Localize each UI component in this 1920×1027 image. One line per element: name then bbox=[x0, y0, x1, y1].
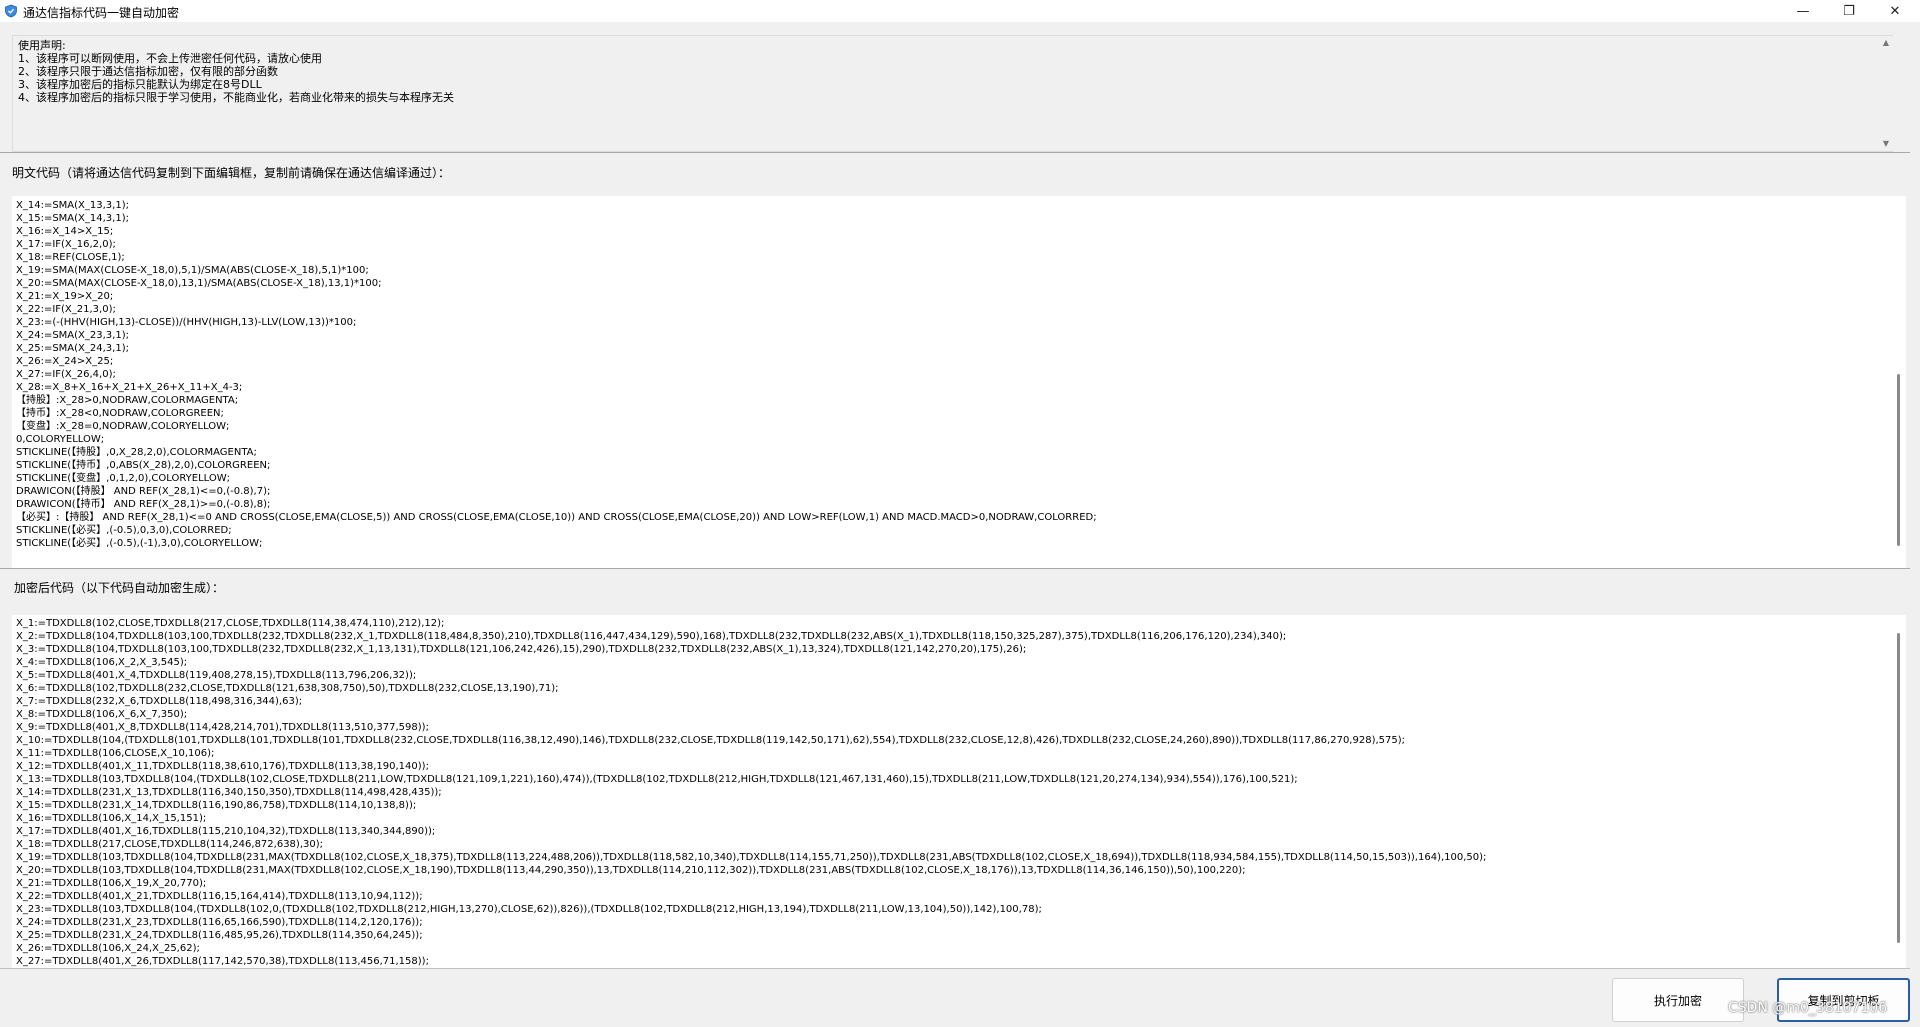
disclaimer-line: 3、该程序加密后的指标只能默认为绑定在8号DLL bbox=[18, 78, 262, 91]
code-line: STICKLINE(【持股】,0,X_28,2,0),COLORMAGENTA; bbox=[16, 447, 257, 458]
code-line: X_28:=X_8+X_16+X_21+X_26+X_11+X_4-3; bbox=[16, 382, 243, 393]
code-line: X_23:=TDXDLL8(103,TDXDLL8(104,(TDXDLL8(1… bbox=[16, 904, 1042, 915]
code-line: X_5:=TDXDLL8(401,X_4,TDXDLL8(119,408,278… bbox=[16, 670, 417, 681]
code-line: X_19:=SMA(MAX(CLOSE-X_18,0),5,1)/SMA(ABS… bbox=[16, 265, 369, 276]
encrypted-code-lines: X_1:=TDXDLL8(102,CLOSE,TDXDLL8(217,CLOSE… bbox=[12, 615, 1906, 968]
code-line: X_24:=TDXDLL8(231,X_23,TDXDLL8(116,65,16… bbox=[16, 917, 423, 928]
code-line: 【持股】:X_28>0,NODRAW,COLORMAGENTA; bbox=[16, 395, 239, 406]
code-line: X_21:=X_19>X_20; bbox=[16, 291, 114, 302]
separator bbox=[0, 152, 1910, 153]
code-line: X_4:=TDXDLL8(106,X_2,X_3,545); bbox=[16, 657, 188, 668]
code-line: X_25:=SMA(X_24,3,1); bbox=[16, 343, 129, 354]
code-line: X_16:=TDXDLL8(106,X_14,X_15,151); bbox=[16, 813, 207, 824]
code-line: STICKLINE(【变盘】,0,1,2,0),COLORYELLOW; bbox=[16, 473, 230, 484]
code-line: X_11:=TDXDLL8(106,CLOSE,X_10,106); bbox=[16, 748, 215, 759]
code-line: X_22:=IF(X_21,3,0); bbox=[16, 304, 116, 315]
plain-code-scrollbar[interactable] bbox=[1892, 196, 1906, 568]
code-line: X_17:=IF(X_16,2,0); bbox=[16, 239, 116, 250]
window-title: 通达信指标代码一键自动加密 bbox=[23, 6, 180, 20]
code-line: 0,COLORYELLOW; bbox=[16, 434, 105, 445]
scroll-up-icon[interactable]: ▲ bbox=[1879, 36, 1893, 50]
plain-code-label: 明文代码（请将通达信代码复制到下面编辑框，复制前请确保在通达信编译通过）： bbox=[12, 166, 451, 180]
title-bar: 通达信指标代码一键自动加密 — ❐ ✕ bbox=[0, 0, 1920, 22]
code-line: X_2:=TDXDLL8(104,TDXDLL8(103,100,TDXDLL8… bbox=[16, 631, 1287, 642]
code-line: DRAWICON(【持股】 AND REF(X_28,1)<=0,(-0.8),… bbox=[16, 486, 271, 497]
encrypt-button[interactable]: 执行加密 bbox=[1612, 978, 1744, 1022]
encrypted-code-label: 加密后代码（以下代码自动加密生成）： bbox=[14, 581, 225, 595]
code-line: X_14:=SMA(X_13,3,1); bbox=[16, 200, 129, 211]
close-button[interactable]: ✕ bbox=[1872, 0, 1918, 22]
separator bbox=[0, 568, 1910, 569]
code-line: X_1:=TDXDLL8(102,CLOSE,TDXDLL8(217,CLOSE… bbox=[16, 618, 445, 629]
code-line: X_20:=SMA(MAX(CLOSE-X_18,0),13,1)/SMA(AB… bbox=[16, 278, 382, 289]
code-line: X_14:=TDXDLL8(231,X_13,TDXDLL8(116,340,1… bbox=[16, 787, 442, 798]
code-line: X_18:=REF(CLOSE,1); bbox=[16, 252, 125, 263]
code-line: STICKLINE(【持币】,0,ABS(X_28),2,0),COLORGRE… bbox=[16, 460, 271, 471]
code-line: X_26:=TDXDLL8(106,X_24,X_25,62); bbox=[16, 943, 200, 954]
encrypted-code-editor[interactable]: X_1:=TDXDLL8(102,CLOSE,TDXDLL8(217,CLOSE… bbox=[12, 615, 1906, 968]
code-line: X_25:=TDXDLL8(231,X_24,TDXDLL8(116,485,9… bbox=[16, 930, 423, 941]
code-line: X_12:=TDXDLL8(401,X_11,TDXDLL8(118,38,61… bbox=[16, 761, 429, 772]
code-line: STICKLINE(【必买】,(-0.5),(-1),3,0),COLORYEL… bbox=[16, 538, 263, 549]
encrypted-code-scroll-thumb[interactable] bbox=[1897, 633, 1900, 943]
code-line: 【变盘】:X_28=0,NODRAW,COLORYELLOW; bbox=[16, 421, 230, 432]
code-line: X_27:=TDXDLL8(401,X_26,TDXDLL8(117,142,5… bbox=[16, 956, 429, 967]
code-line: X_8:=TDXDLL8(106,X_6,X_7,350); bbox=[16, 709, 188, 720]
encrypted-code-scrollbar[interactable] bbox=[1892, 615, 1906, 968]
code-line: X_9:=TDXDLL8(401,X_8,TDXDLL8(114,428,214… bbox=[16, 722, 429, 733]
shield-app-icon bbox=[5, 4, 17, 18]
code-line: X_6:=TDXDLL8(102,TDXDLL8(232,CLOSE,TDXDL… bbox=[16, 683, 559, 694]
scroll-down-icon[interactable]: ▼ bbox=[1879, 137, 1893, 151]
plain-code-editor[interactable]: X_14:=SMA(X_13,3,1); X_15:=SMA(X_14,3,1);… bbox=[12, 196, 1906, 568]
code-line: X_20:=TDXDLL8(103,TDXDLL8(104,TDXDLL8(23… bbox=[16, 865, 1246, 876]
code-line: X_3:=TDXDLL8(104,TDXDLL8(103,100,TDXDLL8… bbox=[16, 644, 1027, 655]
code-line: X_18:=TDXDLL8(217,CLOSE,TDXDLL8(114,246,… bbox=[16, 839, 323, 850]
plain-code-scroll-thumb[interactable] bbox=[1897, 374, 1900, 546]
code-line: X_13:=TDXDLL8(103,TDXDLL8(104,(TDXDLL8(1… bbox=[16, 774, 1298, 785]
separator bbox=[0, 968, 1910, 969]
disclaimer-line: 1、该程序可以断网使用，不会上传泄密任何代码，请放心使用 bbox=[18, 52, 322, 65]
code-line: X_23:=(-(HHV(HIGH,13)-CLOSE))/(HHV(HIGH,… bbox=[16, 317, 357, 328]
disclaimer-line: 使用声明: bbox=[18, 39, 66, 52]
code-line: DRAWICON(【持币】 AND REF(X_28,1)>=0,(-0.8),… bbox=[16, 499, 271, 510]
code-line: X_17:=TDXDLL8(401,X_16,TDXDLL8(115,210,1… bbox=[16, 826, 436, 837]
disclaimer-scrollbar[interactable]: ▲ ▼ bbox=[1879, 36, 1893, 151]
code-line: 【持币】:X_28<0,NODRAW,COLORGREEN; bbox=[16, 408, 224, 419]
code-line: X_24:=SMA(X_23,3,1); bbox=[16, 330, 129, 341]
code-line: X_15:=TDXDLL8(231,X_14,TDXDLL8(116,190,8… bbox=[16, 800, 417, 811]
code-line: X_27:=IF(X_26,4,0); bbox=[16, 369, 116, 380]
code-line: X_7:=TDXDLL8(232,X_6,TDXDLL8(118,498,316… bbox=[16, 696, 303, 707]
code-line: X_22:=TDXDLL8(401,X_21,TDXDLL8(116,15,16… bbox=[16, 891, 423, 902]
disclaimer-textarea[interactable]: 使用声明: 1、该程序可以断网使用，不会上传泄密任何代码，请放心使用 2、该程序… bbox=[12, 35, 1893, 152]
watermark: CSDN @m0_38107106 bbox=[1728, 1000, 1888, 1016]
code-line: X_19:=TDXDLL8(103,TDXDLL8(104,TDXDLL8(23… bbox=[16, 852, 1487, 863]
plain-code-lines: X_14:=SMA(X_13,3,1); X_15:=SMA(X_14,3,1);… bbox=[12, 196, 1906, 550]
code-line: 【必买】:【持股】 AND REF(X_28,1)<=0 AND CROSS(C… bbox=[16, 512, 1097, 523]
code-line: X_15:=SMA(X_14,3,1); bbox=[16, 213, 129, 224]
code-line: X_10:=TDXDLL8(104,(TDXDLL8(101,TDXDLL8(1… bbox=[16, 735, 1406, 746]
code-line: X_21:=TDXDLL8(106,X_19,X_20,770); bbox=[16, 878, 207, 889]
disclaimer-line: 4、该程序加密后的指标只限于学习使用，不能商业化，若商业化带来的损失与本程序无关 bbox=[18, 91, 454, 104]
disclaimer-line: 2、该程序只限于通达信指标加密，仅有限的部分函数 bbox=[18, 65, 278, 78]
code-line: STICKLINE(【必买】,(-0.5),0,3,0),COLORRED; bbox=[16, 525, 232, 536]
minimize-button[interactable]: — bbox=[1780, 0, 1826, 22]
code-line: X_26:=X_24>X_25; bbox=[16, 356, 114, 367]
maximize-button[interactable]: ❐ bbox=[1826, 0, 1872, 22]
code-line: X_16:=X_14>X_15; bbox=[16, 226, 114, 237]
